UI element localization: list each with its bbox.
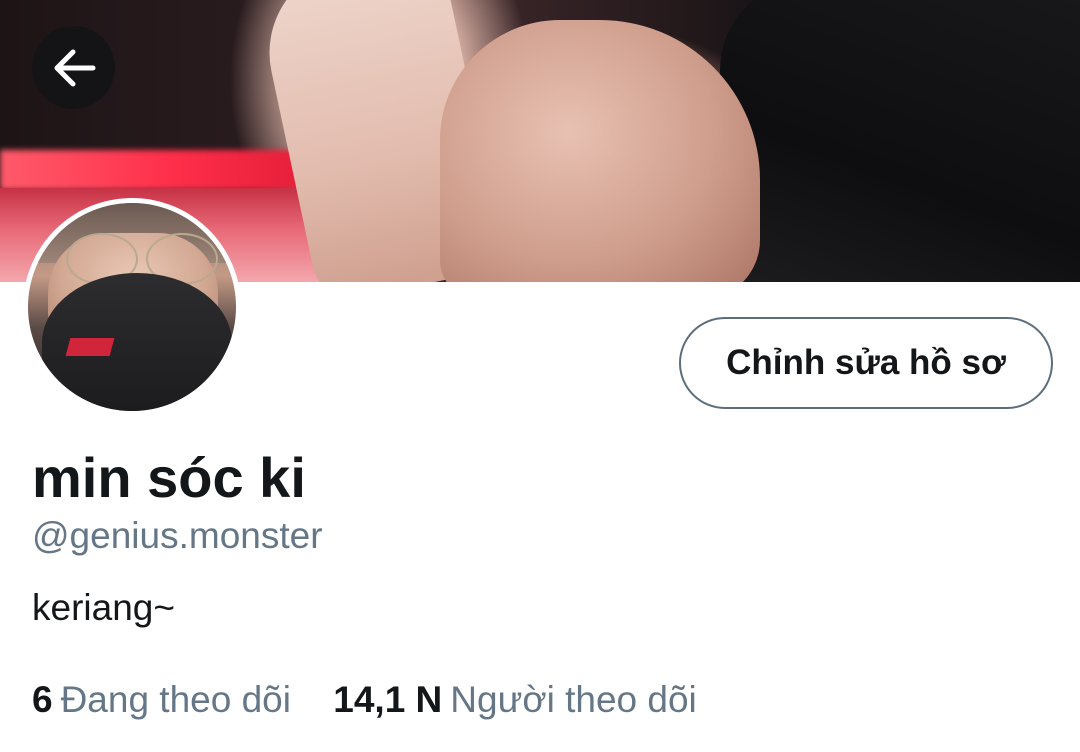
display-name: min sóc ki	[32, 446, 306, 509]
arrow-left-icon	[54, 49, 95, 86]
banner-jacket	[720, 0, 1080, 282]
avatar-logo	[65, 338, 115, 356]
banner-hand	[440, 20, 760, 282]
avatar-photo	[28, 203, 236, 411]
follow-stats: 6 Đang theo dõi 14,1 N Người theo dõi	[32, 680, 697, 720]
profile-page: Chỉnh sửa hồ sơ min sóc ki @genius.monst…	[0, 0, 1080, 752]
avatar[interactable]	[23, 198, 241, 416]
following-label: Đang theo dõi	[60, 679, 291, 720]
following-stat[interactable]: 6 Đang theo dõi	[32, 680, 291, 720]
followers-label: Người theo dõi	[450, 679, 697, 720]
followers-stat[interactable]: 14,1 N Người theo dõi	[333, 680, 697, 720]
back-button[interactable]	[32, 26, 115, 109]
edit-profile-button[interactable]: Chỉnh sửa hồ sơ	[679, 317, 1053, 409]
followers-count: 14,1 N	[333, 679, 443, 720]
profile-bio: keriang~	[32, 587, 175, 628]
username-handle: @genius.monster	[32, 515, 323, 556]
following-count: 6	[32, 679, 53, 720]
